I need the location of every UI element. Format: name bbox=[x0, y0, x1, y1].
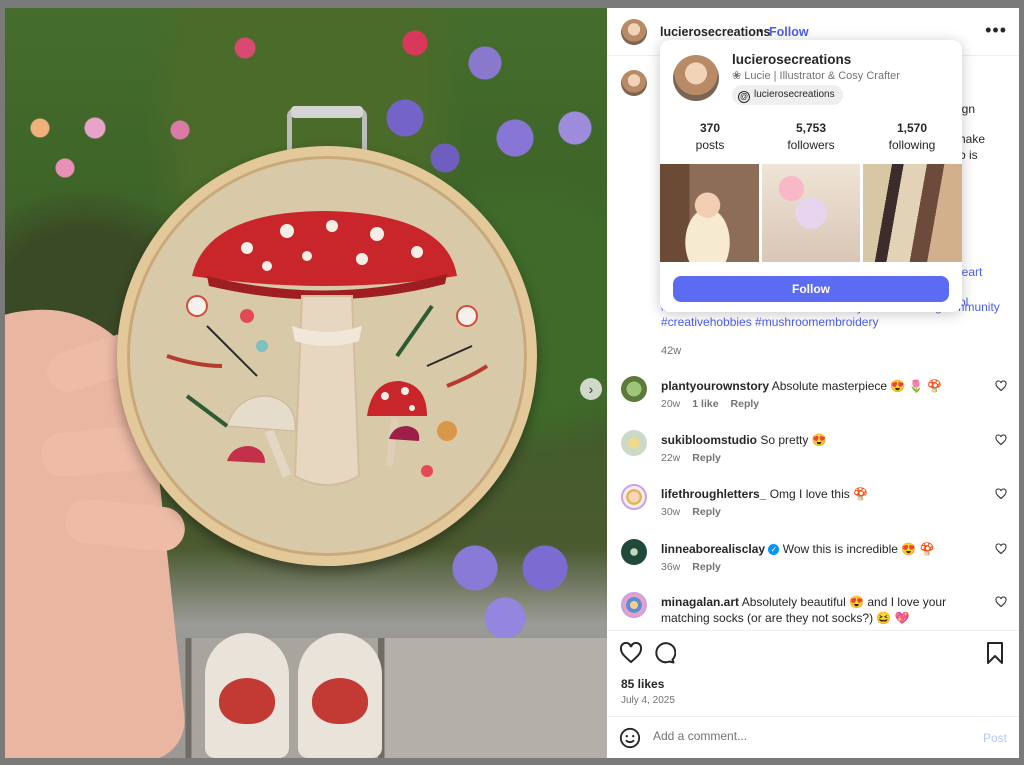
commenter-avatar[interactable] bbox=[621, 592, 647, 618]
like-comment-icon[interactable] bbox=[995, 434, 1007, 446]
reply-button[interactable]: Reply bbox=[692, 452, 721, 464]
more-options-icon[interactable]: ••• bbox=[985, 20, 1007, 41]
emoji-icon[interactable] bbox=[619, 727, 641, 749]
commenter-avatar[interactable] bbox=[621, 430, 647, 456]
author-username[interactable]: lucierosecreations bbox=[660, 25, 770, 39]
mushroom-embroidery bbox=[166, 211, 489, 486]
likes-count[interactable]: 85 likes bbox=[621, 677, 664, 691]
follow-button[interactable]: Follow bbox=[673, 276, 949, 302]
comment-text: Wow this is incredible 😍 🍄 bbox=[782, 542, 935, 556]
recent-post-thumbnail[interactable] bbox=[863, 164, 962, 262]
recent-posts-grid bbox=[660, 164, 962, 262]
post-photo[interactable]: › bbox=[5, 8, 607, 758]
comment: plantyourownstory Absolute masterpiece 😍… bbox=[607, 376, 1019, 430]
add-comment-bar: Post bbox=[607, 716, 1019, 758]
header-separator: • bbox=[759, 24, 764, 38]
caption-fragment: hake bbox=[959, 132, 986, 146]
like-comment-icon[interactable] bbox=[995, 380, 1007, 392]
embroidery-hoop bbox=[117, 146, 537, 566]
caption-age: 42w bbox=[661, 345, 682, 357]
hover-card-bio: ❀ Lucie | Illustrator & Cosy Crafter bbox=[732, 70, 900, 82]
commenter-avatar[interactable] bbox=[621, 539, 647, 565]
like-icon[interactable] bbox=[619, 641, 643, 665]
comment: lifethroughletters_ Omg I love this 🍄 30… bbox=[607, 484, 1019, 538]
recent-post-thumbnail[interactable] bbox=[761, 164, 861, 262]
comment-text: Omg I love this 🍄 bbox=[769, 487, 869, 501]
caption-fragment[interactable]: leart bbox=[959, 265, 982, 279]
like-comment-icon[interactable] bbox=[995, 488, 1007, 500]
threads-badge[interactable]: @ lucierosecreations bbox=[732, 85, 843, 105]
stat-value: 370 bbox=[699, 121, 721, 135]
commenter-avatar[interactable] bbox=[621, 484, 647, 510]
stat-label: following bbox=[888, 138, 936, 152]
post-comment-button[interactable]: Post bbox=[983, 731, 1007, 745]
post-actions: 85 likes July 4, 2025 bbox=[607, 630, 1019, 720]
stat-label: followers bbox=[787, 138, 835, 152]
comment-username[interactable]: sukibloomstudio bbox=[661, 433, 757, 447]
comment-username[interactable]: linneaborealisclay bbox=[661, 542, 765, 556]
stat-posts: 370 posts bbox=[660, 121, 760, 152]
comment-icon[interactable] bbox=[652, 641, 676, 665]
sock-left bbox=[205, 633, 289, 758]
hoop-screw bbox=[291, 106, 363, 118]
comment-username[interactable]: plantyourownstory bbox=[661, 379, 769, 393]
hover-card-username[interactable]: lucierosecreations bbox=[732, 52, 851, 67]
reply-button[interactable]: Reply bbox=[692, 506, 721, 518]
comment-age: 36w bbox=[661, 561, 681, 573]
comment: linneaborealisclay ✓ Wow this is incredi… bbox=[607, 539, 1019, 593]
comment: sukibloomstudio So pretty 😍 22w Reply bbox=[607, 430, 1019, 484]
like-comment-icon[interactable] bbox=[995, 596, 1007, 608]
next-photo-button[interactable]: › bbox=[580, 378, 602, 400]
comment-like-count[interactable]: 1 like bbox=[692, 398, 718, 410]
stat-following: 1,570 following bbox=[862, 121, 962, 152]
like-comment-icon[interactable] bbox=[995, 543, 1007, 555]
caption-author-avatar[interactable] bbox=[621, 70, 647, 96]
stat-value: 1,570 bbox=[896, 121, 928, 135]
hover-card-avatar[interactable] bbox=[673, 55, 719, 101]
hashtags-line[interactable]: #creativehobbies #mushroomembroidery bbox=[661, 315, 1001, 330]
reply-button[interactable]: Reply bbox=[731, 398, 760, 410]
comment-username[interactable]: minagalan.art bbox=[661, 595, 739, 609]
profile-hover-card: lucierosecreations ❀ Lucie | Illustrator… bbox=[660, 40, 962, 312]
author-avatar[interactable] bbox=[621, 19, 647, 45]
threads-handle: lucierosecreations bbox=[754, 89, 835, 100]
comment-age: 30w bbox=[661, 506, 681, 518]
stat-label: posts bbox=[695, 138, 725, 152]
comment-text: Absolute masterpiece 😍 🌷 🍄 bbox=[771, 379, 942, 393]
comment-input[interactable] bbox=[653, 729, 953, 743]
follow-link[interactable]: Follow bbox=[769, 25, 809, 39]
bookmark-icon[interactable] bbox=[983, 641, 1007, 665]
comment-text: So pretty 😍 bbox=[760, 433, 827, 447]
stat-followers: 5,753 followers bbox=[761, 121, 861, 152]
comment-username[interactable]: lifethroughletters_ bbox=[661, 487, 766, 501]
commenter-avatar[interactable] bbox=[621, 376, 647, 402]
sock-right bbox=[298, 633, 382, 758]
recent-post-thumbnail[interactable] bbox=[660, 164, 759, 262]
stat-value: 5,753 bbox=[795, 121, 827, 135]
comment-age: 20w bbox=[661, 398, 681, 410]
verified-badge-icon: ✓ bbox=[768, 544, 780, 555]
threads-icon: @ bbox=[738, 91, 750, 103]
reply-button[interactable]: Reply bbox=[692, 561, 721, 573]
post-date: July 4, 2025 bbox=[621, 695, 675, 706]
comment-age: 22w bbox=[661, 452, 681, 464]
